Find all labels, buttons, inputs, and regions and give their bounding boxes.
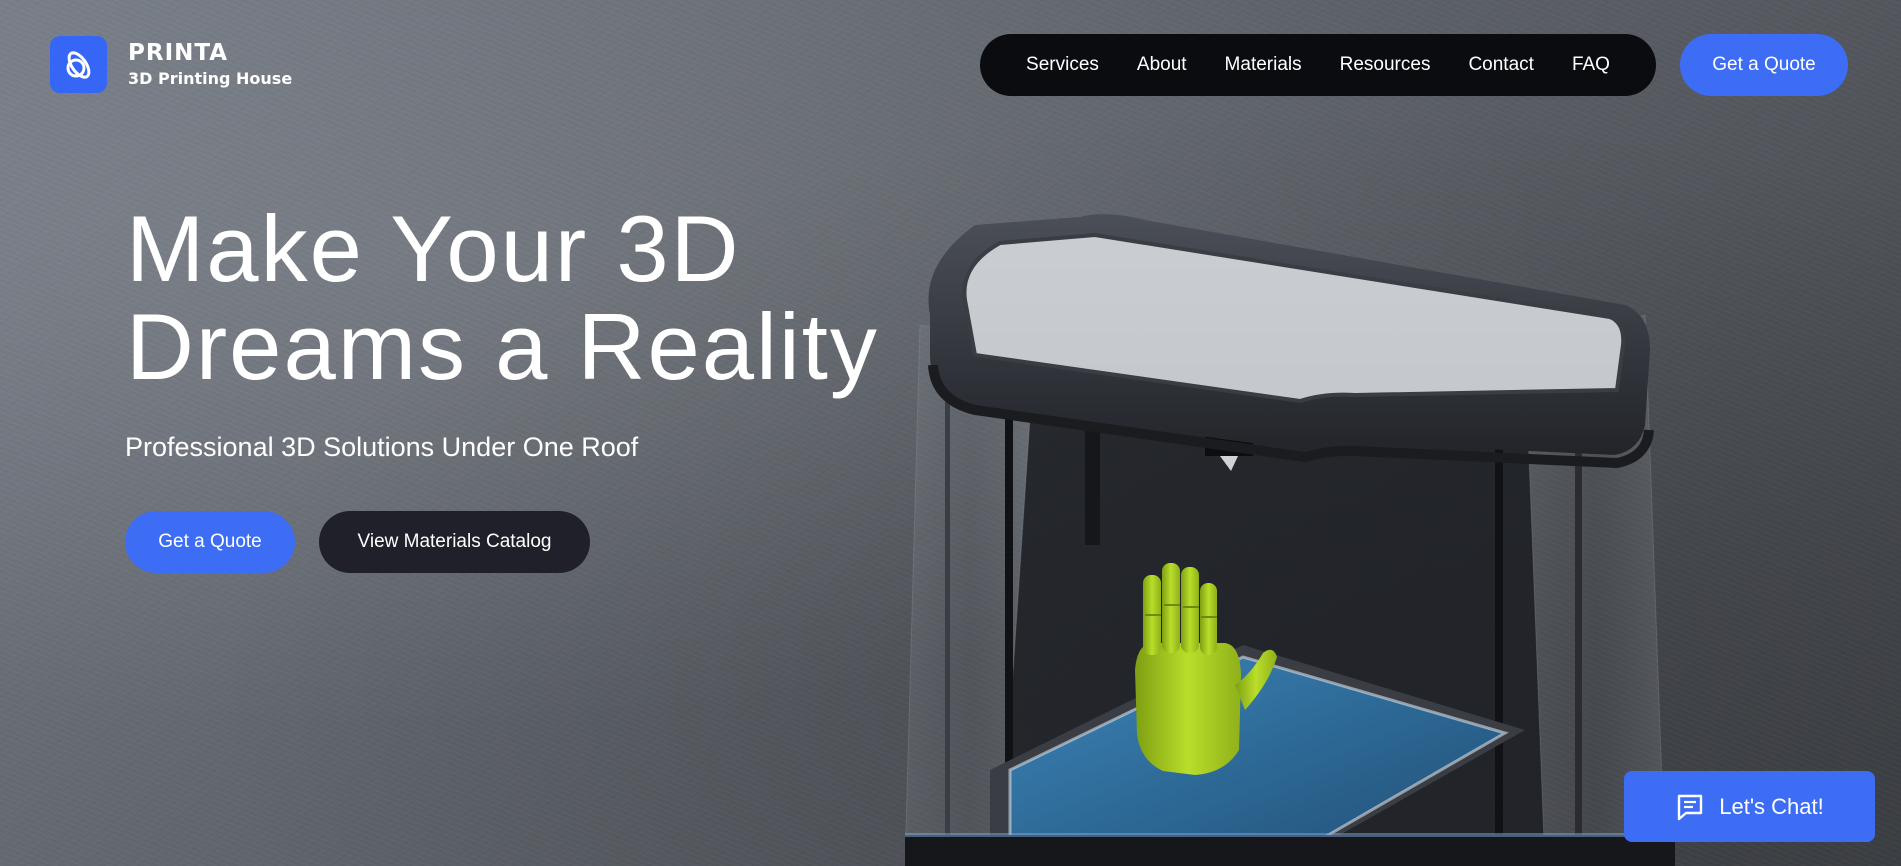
brand-tagline: 3D Printing House: [128, 69, 293, 88]
nav-item-materials[interactable]: Materials: [1225, 54, 1302, 76]
chat-icon: [1678, 794, 1703, 820]
nav-item-faq[interactable]: FAQ: [1572, 54, 1610, 76]
nav-item-resources[interactable]: Resources: [1340, 54, 1431, 76]
header-get-quote-button[interactable]: Get a Quote: [1680, 34, 1848, 96]
nav-item-contact[interactable]: Contact: [1468, 54, 1533, 76]
hero-title-line-1: Make Your 3D: [126, 196, 741, 301]
logo[interactable]: PRINTA 3D Printing House: [50, 36, 292, 93]
3d-printer-illustration: [905, 214, 1675, 866]
logo-text: PRINTA 3D Printing House: [128, 42, 292, 87]
chat-label: Let's Chat!: [1719, 793, 1824, 819]
hero-subtitle: Professional 3D Solutions Under One Roof: [125, 432, 639, 462]
hero-title-line-2: Dreams a Reality: [126, 294, 879, 399]
lets-chat-button[interactable]: Let's Chat!: [1624, 771, 1875, 842]
nav-item-about[interactable]: About: [1137, 54, 1187, 76]
view-materials-catalog-button[interactable]: View Materials Catalog: [319, 511, 590, 573]
main-nav: Services About Materials Resources Conta…: [980, 34, 1656, 96]
hero-title: Make Your 3D Dreams a Reality: [126, 200, 879, 396]
brand-name: PRINTA: [128, 40, 229, 66]
nav-item-services[interactable]: Services: [1026, 54, 1099, 76]
hero-get-quote-button[interactable]: Get a Quote: [125, 511, 295, 573]
landing-page: PRINTA 3D Printing House Services About …: [0, 0, 1901, 866]
logo-icon: [50, 36, 107, 93]
